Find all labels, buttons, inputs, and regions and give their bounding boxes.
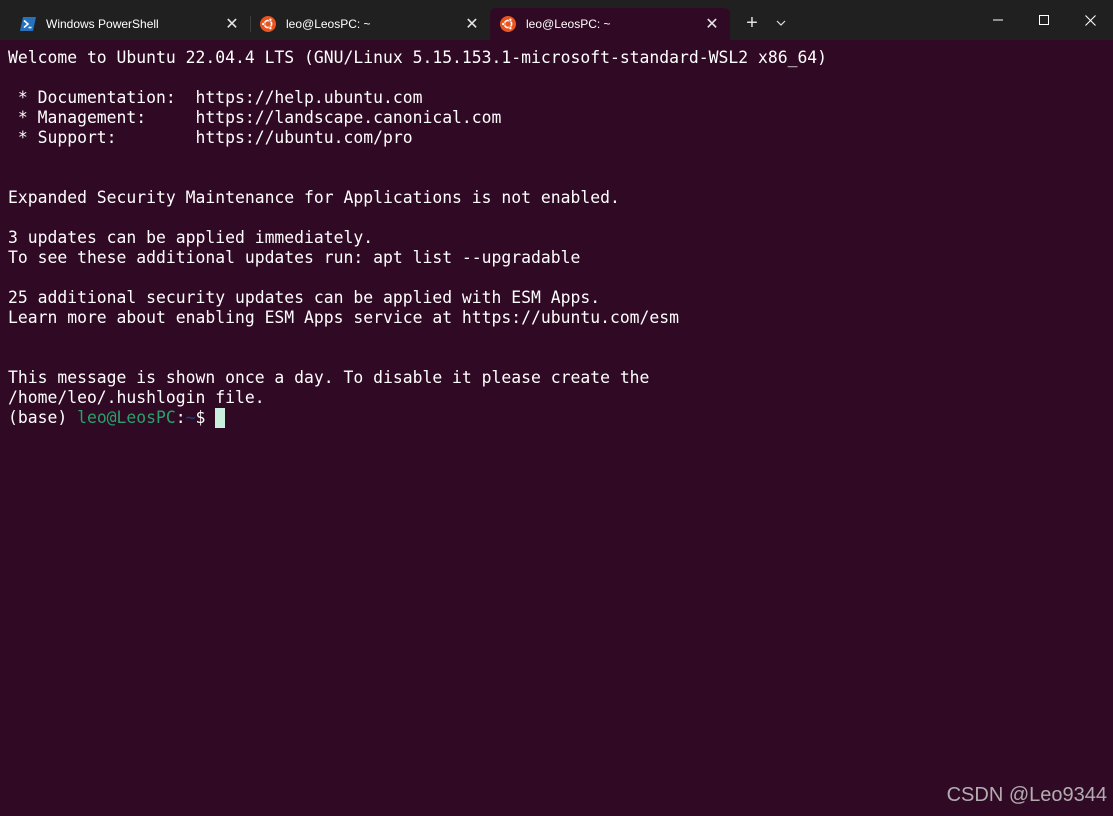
terminal-line: Welcome to Ubuntu 22.04.4 LTS (GNU/Linux… <box>8 48 828 67</box>
tab-label: leo@LeosPC: ~ <box>526 17 611 31</box>
watermark: CSDN @Leo9344 <box>946 784 1107 806</box>
tab-ubuntu-active[interactable]: leo@LeosPC: ~ ✕ <box>490 8 730 40</box>
prompt-symbol: $ <box>195 408 216 427</box>
terminal-output[interactable]: Welcome to Ubuntu 22.04.4 LTS (GNU/Linux… <box>8 48 1105 816</box>
shell-prompt[interactable]: (base) leo@LeosPC:~$ <box>8 408 1105 428</box>
close-tab-icon[interactable]: ✕ <box>458 12 486 36</box>
prompt-user-host: leo@LeosPC <box>77 408 176 427</box>
text-cursor <box>215 408 226 428</box>
close-window-button[interactable] <box>1067 0 1113 40</box>
terminal-line: 25 additional security updates can be ap… <box>8 288 601 307</box>
prompt-colon: : <box>175 408 186 427</box>
tab-ubuntu-1[interactable]: leo@LeosPC: ~ ✕ <box>250 8 490 40</box>
powershell-icon <box>20 16 36 32</box>
terminal-window: Windows PowerShell ✕ leo@LeosPC: ~ ✕ leo… <box>0 0 1113 816</box>
terminal-line: 3 updates can be applied immediately. <box>8 228 374 247</box>
tab-dropdown-button[interactable] <box>768 8 794 38</box>
terminal-line: * Documentation: https://help.ubuntu.com <box>8 88 423 107</box>
maximize-icon <box>1039 15 1049 25</box>
terminal-line: To see these additional updates run: apt… <box>8 248 581 267</box>
prompt-env: (base) <box>8 408 78 427</box>
maximize-button[interactable] <box>1021 0 1067 40</box>
terminal-line: Expanded Security Maintenance for Applic… <box>8 188 620 207</box>
tab-label: Windows PowerShell <box>46 17 159 31</box>
tab-bar: Windows PowerShell ✕ leo@LeosPC: ~ ✕ leo… <box>0 0 1113 40</box>
new-tab-button[interactable]: + <box>738 8 766 38</box>
minimize-button[interactable] <box>975 0 1021 40</box>
close-tab-icon[interactable]: ✕ <box>698 12 726 36</box>
close-tab-icon[interactable]: ✕ <box>218 12 246 36</box>
chevron-down-icon <box>776 20 786 26</box>
ubuntu-icon <box>260 16 276 32</box>
ubuntu-icon <box>500 16 516 32</box>
terminal-line: * Management: https://landscape.canonica… <box>8 108 502 127</box>
minimize-icon <box>993 19 1003 21</box>
tab-windows-powershell[interactable]: Windows PowerShell ✕ <box>10 8 250 40</box>
terminal-line: This message is shown once a day. To dis… <box>8 368 650 387</box>
terminal-line: Learn more about enabling ESM Apps servi… <box>8 308 680 327</box>
terminal-line: * Support: https://ubuntu.com/pro <box>8 128 413 147</box>
close-icon <box>1084 14 1096 26</box>
terminal-line: /home/leo/.hushlogin file. <box>8 388 265 407</box>
prompt-path: ~ <box>185 408 196 427</box>
plus-icon: + <box>746 11 758 34</box>
tab-label: leo@LeosPC: ~ <box>286 17 371 31</box>
